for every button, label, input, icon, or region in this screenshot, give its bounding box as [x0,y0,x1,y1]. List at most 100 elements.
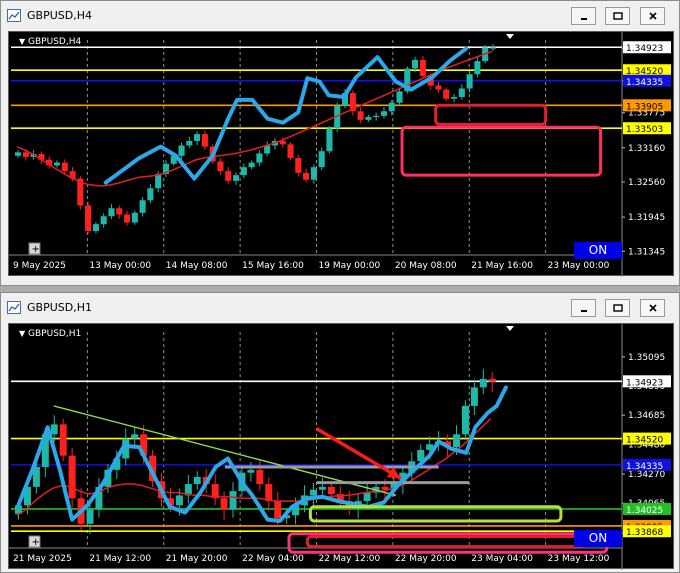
price-tick-label: 1.31945 [628,213,665,223]
candle-body [247,469,255,473]
minimize-button[interactable] [571,7,596,25]
window-title-bar[interactable]: GBPUSD,H4 [1,1,679,31]
arrow-annotation [315,427,402,480]
time-tick-label: 21 May 20:00 [166,554,228,564]
time-tick-label: 9 May 2025 [13,261,66,271]
candle-body [488,378,496,382]
time-tick-label: 21 May 16:00 [471,261,533,271]
zone-box [305,535,584,549]
price-tick-label: 1.35095 [628,353,665,363]
candle-body [68,455,76,499]
time-tick-label: 15 May 16:00 [242,261,304,271]
candle-body [450,97,458,99]
triangle-down-icon: ▼ [19,37,26,46]
candle-body [443,89,450,99]
candle-body [419,59,426,76]
candle-body [388,102,395,112]
candle-body [116,208,123,215]
price-tag-label: 1.34923 [626,44,663,54]
price-tick-label: 1.33160 [628,144,665,154]
candle-body [256,469,264,485]
time-tick-label: 20 May 08:00 [395,261,457,271]
on-button[interactable]: ON [574,530,622,547]
candle-body [295,158,302,173]
candle-body [123,214,131,223]
candle-body [303,172,310,180]
window-title-bar[interactable]: GBPUSD,H1 [1,293,679,323]
price-tick-label: 1.32560 [628,178,665,188]
restore-button[interactable] [605,299,630,317]
candle-body [232,175,240,181]
candle-body [363,492,371,502]
time-tick-label: 22 May 20:00 [395,554,457,564]
time-tick-label: 22 May 04:00 [242,554,304,564]
candle-body [201,134,208,147]
close-button[interactable] [640,299,665,317]
minimize-button[interactable] [571,299,596,317]
candle-body [318,151,325,168]
candle-body [373,115,380,118]
candle-body [461,405,469,435]
chart-canvas[interactable]: 9 May 2025 13 May 00:00 14 May 08:00 15 May… [9,32,675,277]
candle-body [309,489,317,496]
chart-window-h1[interactable]: GBPUSD,H1 21 May 2025 21 May 12:00 21 May … [0,292,680,573]
candle-body [178,145,185,156]
on-button[interactable]: ON [574,242,622,259]
candle-body [318,486,326,490]
time-tick-label: 23 May 00:00 [548,261,610,271]
candle-body [470,387,478,406]
candle-body [147,188,154,201]
candle-body [186,140,193,146]
price-tag-label: 1.34520 [626,436,663,446]
candle-body [248,162,255,168]
candle-body [15,152,22,156]
price-tick-label: 1.34685 [628,411,665,421]
symbol-label: ▼ GBPUSD,H1 [19,329,82,339]
candle-body [220,498,228,510]
candle-body [489,47,496,49]
candle-body [365,116,372,120]
time-tick-label: 13 May 00:00 [89,261,151,271]
price-chart-h4[interactable]: 9 May 2025 13 May 00:00 14 May 08:00 15 May… [8,31,675,277]
chart-shift-marker [506,34,514,39]
restore-icon [612,304,623,312]
candle-body [193,476,201,485]
close-button[interactable] [640,7,665,25]
chart-window-h4[interactable]: GBPUSD,H4 9 May 2025 13 May 00:00 14 May 0… [0,0,680,286]
candle-body [240,167,247,176]
price-tag-label: 1.34335 [626,462,663,472]
time-tick-label: 14 May 08:00 [166,261,228,271]
triangle-down-icon: ▼ [19,329,26,338]
price-chart-h1[interactable]: 21 May 2025 21 May 12:00 21 May 20:00 22 Ma… [8,323,674,570]
candle-body [61,162,68,172]
time-tick-label: 22 May 12:00 [319,554,381,564]
candle-body [466,74,473,89]
minimize-icon [580,310,587,312]
candle-body [327,486,335,494]
candle-body [53,162,61,166]
price-tag-label: 1.33503 [626,125,663,135]
candle-body [225,171,232,181]
candle-body [380,111,388,116]
window-title: GBPUSD,H1 [27,301,92,314]
restore-button[interactable] [605,7,630,25]
zone-box [400,125,603,177]
candle-body [326,128,333,152]
candle-body [357,111,364,120]
price-tick-label: 1.31345 [628,247,665,257]
candle-body [175,495,183,506]
price-tag-label: 1.34923 [626,378,663,388]
candle-body [92,224,99,232]
candle-body [131,434,139,439]
close-icon [648,12,657,20]
candle-body [194,134,201,141]
candle-body [217,161,224,172]
restore-icon [612,12,623,20]
candle-body [474,61,481,75]
candle-body [479,378,487,388]
time-tick-label: 19 May 00:00 [319,261,381,271]
time-tick-label: 21 May 12:00 [89,554,151,564]
price-tag-label: 1.34025 [626,506,663,516]
close-icon [648,304,657,312]
swing-annotation-line [103,46,469,185]
